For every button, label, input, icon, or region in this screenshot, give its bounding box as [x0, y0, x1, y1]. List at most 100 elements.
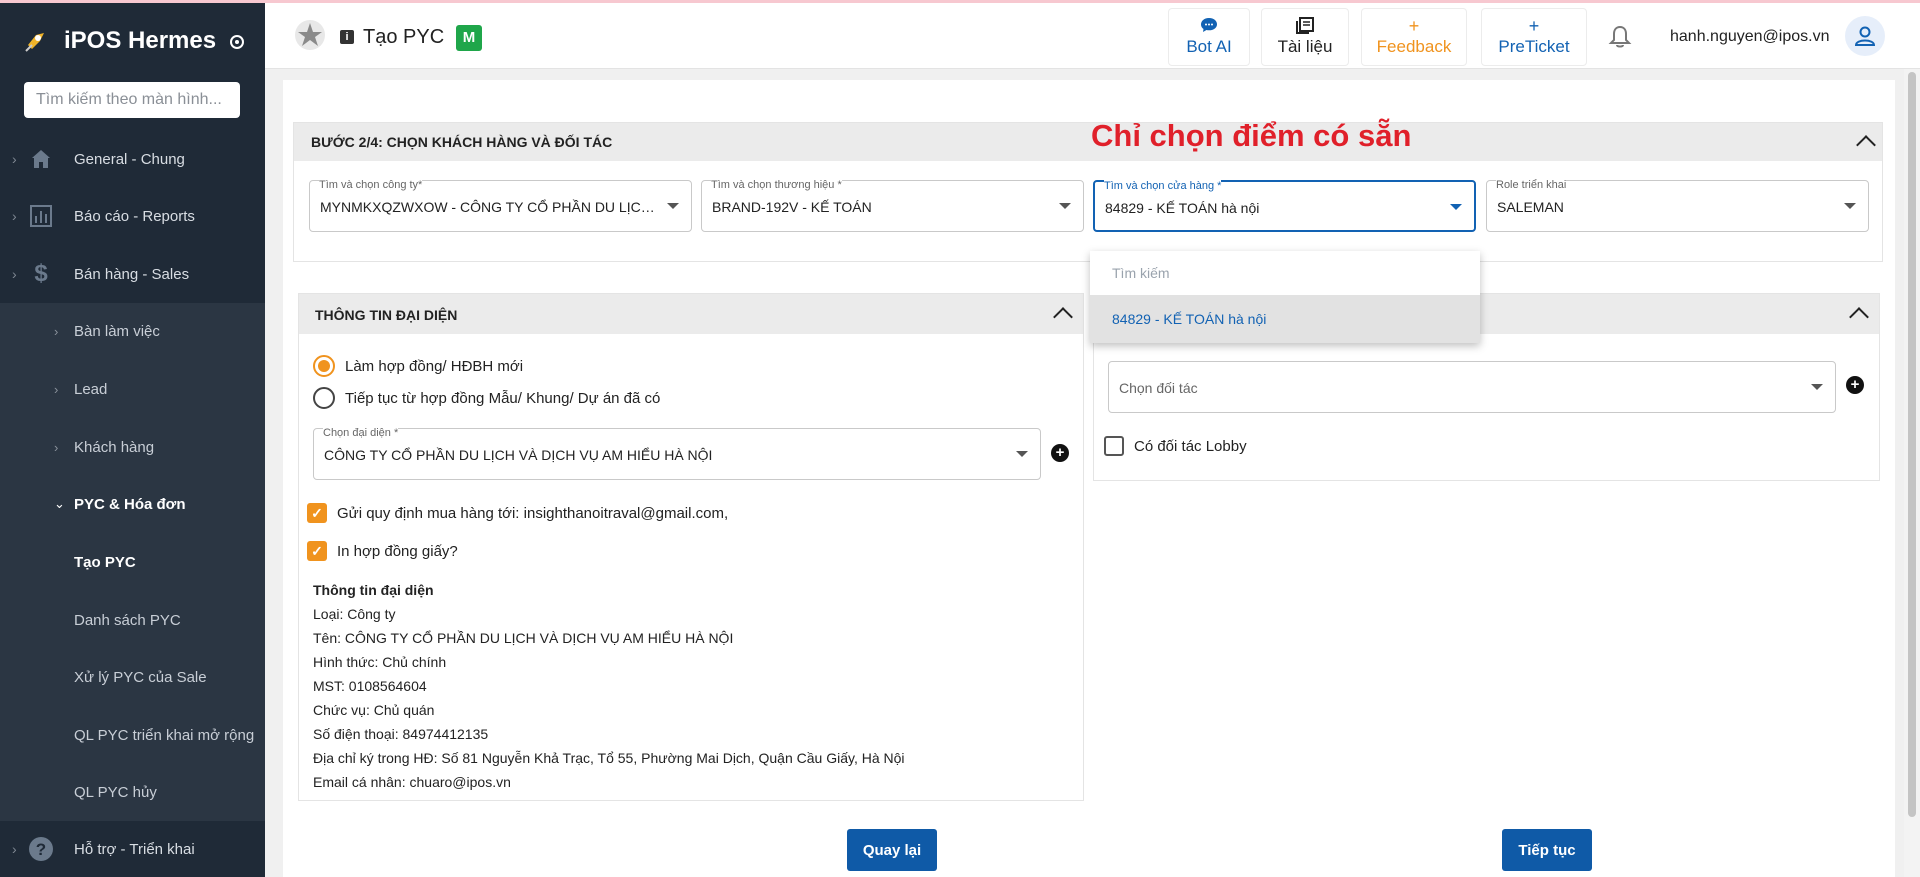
page-title: Tạo PYC [363, 26, 445, 48]
chevron-up-icon[interactable] [1053, 307, 1073, 327]
home-icon [28, 146, 54, 172]
sidebar-item-label: PYC & Hóa đơn [74, 495, 186, 513]
partner-select-placeholder: Chọn đối tác [1119, 380, 1198, 396]
company-select-label: Tìm và chọn công ty* [319, 178, 423, 192]
checkmark-icon[interactable]: ✓ [307, 541, 327, 561]
sidebar-item-workspace[interactable]: › Bàn làm việc [0, 303, 265, 359]
user-icon [1854, 26, 1876, 46]
caret-down-icon [667, 203, 679, 209]
partner-select[interactable]: Chọn đối tác [1108, 361, 1836, 413]
caret-down-icon [1450, 204, 1462, 210]
radio-continue-label: Tiếp tục từ hợp đồng Mẫu/ Khung/ Dự án đ… [345, 389, 661, 407]
info-line: Email cá nhân: chuaro@ipos.vn [313, 774, 511, 790]
chevron-right-icon: › [12, 841, 17, 857]
avatar[interactable] [1845, 16, 1885, 56]
user-email[interactable]: hanh.nguyen@ipos.vn [1670, 28, 1829, 46]
sidebar-item-sales[interactable]: › $ Bán hàng - Sales [0, 246, 265, 302]
radio-circle[interactable] [313, 387, 335, 409]
star-icon[interactable] [294, 19, 326, 51]
role-select[interactable]: Role triển khai SALEMAN [1486, 178, 1869, 232]
sidebar-item-label: Danh sách PYC [74, 611, 181, 629]
chevron-up-icon[interactable] [1856, 135, 1876, 155]
sidebar-item-extended-pyc[interactable]: QL PYC triển khai mở rộng [0, 707, 265, 763]
info-line: Loại: Công ty [313, 606, 396, 622]
dollar-icon: $ [34, 260, 48, 287]
svg-text:?: ? [36, 840, 46, 859]
sidebar-item-label: Báo cáo - Reports [74, 207, 195, 225]
print-contract-label: In hợp đồng giấy? [337, 542, 458, 560]
radio-new-label: Làm hợp đồng/ HĐBH mới [345, 357, 524, 375]
caret-down-icon [1016, 451, 1028, 457]
sidebar-item-general[interactable]: › General - Chung [0, 131, 265, 187]
back-button[interactable]: Quay lại [847, 829, 937, 871]
sidebar-item-pyc-invoices[interactable]: ⌄ PYC & Hóa đơn [0, 476, 265, 532]
bar-chart-icon [28, 203, 54, 229]
radio-new-contract[interactable]: Làm hợp đồng/ HĐBH mới [313, 355, 523, 377]
sidebar-item-support[interactable]: › ? Hỗ trợ - Triển khai [0, 821, 265, 877]
bot-ai-button[interactable]: Bot AI [1168, 8, 1250, 66]
sidebar-item-cancelled-pyc[interactable]: QL PYC hủy [0, 764, 265, 820]
sidebar-item-reports[interactable]: › Báo cáo - Reports [0, 188, 265, 244]
representative-select[interactable]: Chọn đại diện * CÔNG TY CỔ PHẦN DU LỊCH … [313, 426, 1041, 480]
sidebar-item-customers[interactable]: › Khách hàng [0, 419, 265, 475]
step-header[interactable]: BƯỚC 2/4: CHỌN KHÁCH HÀNG VÀ ĐỐI TÁC [294, 123, 1882, 161]
sidebar-item-process-pyc[interactable]: Xử lý PYC của Sale [0, 649, 265, 705]
help-icon: ? [28, 836, 54, 862]
caret-down-icon [1059, 203, 1071, 209]
info-line: Số điện thoại: 84974412135 [313, 726, 489, 742]
chevron-up-icon[interactable] [1849, 307, 1869, 327]
preticket-button[interactable]: + PreTicket [1481, 8, 1587, 66]
info-icon[interactable]: i [340, 30, 354, 44]
radio-circle[interactable] [313, 355, 335, 377]
checkmark-icon[interactable]: ✓ [307, 503, 327, 523]
sidebar-item-create-pyc[interactable]: Tạo PYC [0, 534, 265, 590]
brand[interactable]: iPOS Hermes [22, 27, 245, 55]
dropdown-option[interactable]: 84829 - KẾ TOÁN hà nội [1090, 295, 1480, 343]
radio-dot-icon[interactable] [230, 35, 245, 49]
info-line: MST: 0108564604 [313, 678, 427, 694]
store-select[interactable]: Tìm và chọn cửa hàng * 84829 - KẾ TOÁN h… [1093, 179, 1476, 232]
dropdown-search-input[interactable]: Tìm kiếm [1112, 265, 1170, 281]
brand-select-value: BRAND-192V - KẾ TOÁN [712, 199, 872, 215]
lobby-partner-checkbox[interactable]: Có đối tác Lobby [1104, 436, 1247, 456]
continue-button[interactable]: Tiếp tục [1502, 829, 1592, 871]
sidebar-item-pyc-list[interactable]: Danh sách PYC [0, 592, 265, 648]
sidebar-search-input[interactable] [24, 82, 240, 118]
top-header: i Tạo PYC M Bot AI Tài liệu + Feedback +… [265, 3, 1920, 69]
logo-icon [25, 33, 44, 52]
brand-select-label: Tìm và chọn thương hiệu * [711, 178, 842, 192]
page-scrollbar[interactable] [1904, 69, 1920, 877]
sidebar-item-label: Khách hàng [74, 438, 155, 456]
representative-header[interactable]: THÔNG TIN ĐẠI DIỆN [299, 294, 1083, 334]
brand-select[interactable]: Tìm và chọn thương hiệu * BRAND-192V - K… [701, 178, 1084, 232]
mode-badge[interactable]: M [456, 25, 482, 51]
role-select-label: Role triển khai [1496, 178, 1567, 192]
checkbox-empty-icon[interactable] [1104, 436, 1124, 456]
feedback-button[interactable]: + Feedback [1361, 8, 1467, 66]
sidebar-item-lead[interactable]: › Lead [0, 361, 265, 417]
preticket-label: PreTicket [1498, 37, 1570, 56]
app-name: iPOS Hermes [64, 27, 217, 54]
sidebar-item-label: Bàn làm việc [74, 322, 160, 340]
chevron-right-icon: › [54, 323, 59, 339]
bell-icon[interactable] [1607, 24, 1633, 50]
sidebar-item-label: Xử lý PYC của Sale [74, 668, 207, 686]
scrollbar-thumb[interactable] [1908, 72, 1916, 817]
role-select-value: SALEMAN [1497, 199, 1564, 215]
chevron-right-icon: › [54, 381, 59, 397]
feedback-label: Feedback [1376, 37, 1452, 56]
add-partner-icon[interactable]: + [1846, 376, 1864, 394]
radio-continue-contract[interactable]: Tiếp tục từ hợp đồng Mẫu/ Khung/ Dự án đ… [313, 387, 660, 409]
print-contract-checkbox[interactable]: ✓ In hợp đồng giấy? [307, 541, 458, 561]
company-select[interactable]: Tìm và chọn công ty* MYNMKXQZWXOW - CÔNG… [309, 178, 692, 232]
step-panel: BƯỚC 2/4: CHỌN KHÁCH HÀNG VÀ ĐỐI TÁC Tìm… [293, 122, 1883, 262]
send-policy-checkbox[interactable]: ✓ Gửi quy định mua hàng tới: insighthano… [307, 503, 728, 523]
send-policy-label: Gửi quy định mua hàng tới: insighthanoit… [337, 504, 729, 522]
representative-info: Thông tin đại diện Loại: Công ty Tên: CÔ… [313, 578, 905, 794]
caret-down-icon [1844, 203, 1856, 209]
chevron-right-icon: › [54, 439, 59, 455]
docs-button[interactable]: Tài liệu [1261, 8, 1349, 66]
chevron-right-icon: › [12, 266, 17, 282]
sidebar-item-label: Hỗ trợ - Triển khai [74, 840, 195, 858]
add-representative-icon[interactable]: + [1051, 444, 1069, 462]
